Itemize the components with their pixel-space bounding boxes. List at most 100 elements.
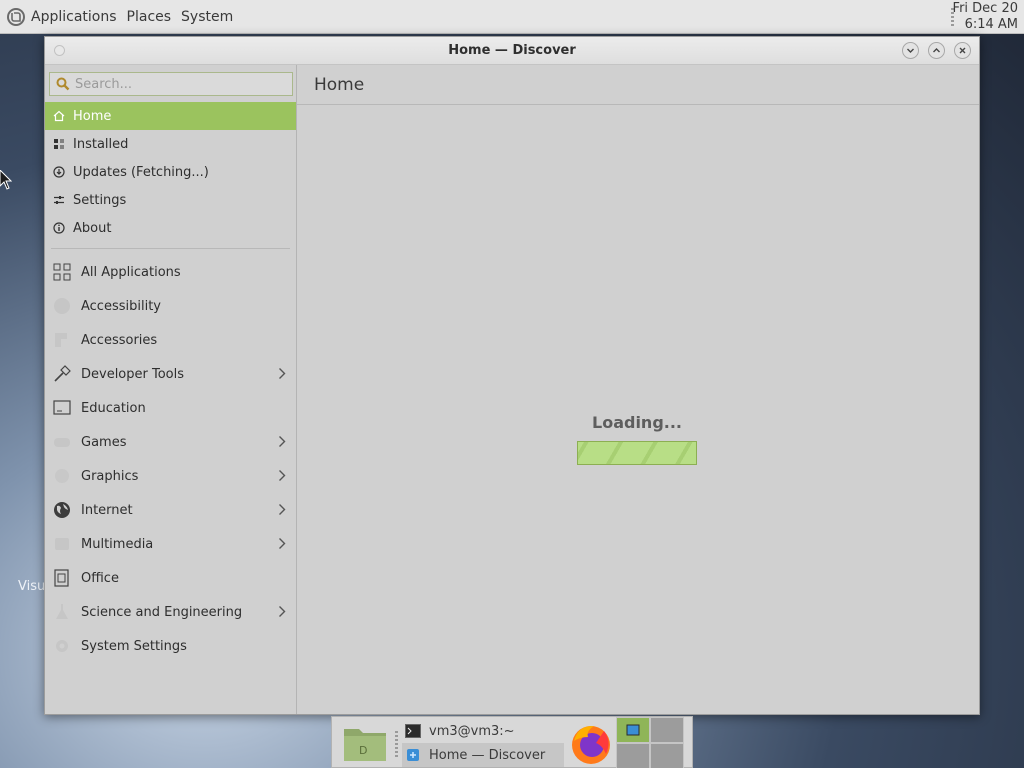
category-all-applications[interactable]: All Applications	[45, 255, 296, 289]
category-system-settings[interactable]: System Settings	[45, 629, 296, 663]
info-icon	[53, 222, 65, 234]
main-content: Home Loading...	[297, 65, 979, 714]
home-icon	[53, 110, 65, 122]
category-label: Science and Engineering	[81, 604, 243, 620]
category-label: Accessories	[81, 332, 158, 348]
category-label: Developer Tools	[81, 366, 185, 382]
graphics-icon	[55, 469, 69, 483]
nav-item-home[interactable]: Home	[45, 102, 296, 130]
loading-label: Loading...	[592, 413, 682, 432]
grid-icon	[53, 263, 71, 281]
category-label: System Settings	[81, 638, 187, 654]
chevron-right-icon	[279, 538, 286, 549]
nav-item-label: Updates (Fetching...)	[73, 164, 209, 180]
firefox-icon[interactable]	[568, 721, 614, 765]
category-label: Games	[81, 434, 127, 450]
window-title: Home — Discover	[448, 43, 576, 58]
window-menu-button[interactable]	[54, 45, 65, 56]
workspace-4[interactable]	[650, 743, 684, 768]
category-graphics[interactable]: Graphics	[45, 459, 296, 493]
nav-item-settings[interactable]: Settings	[45, 186, 296, 214]
category-office[interactable]: Office	[45, 561, 296, 595]
education-icon	[53, 400, 71, 415]
science-icon	[56, 604, 68, 619]
maximize-button[interactable]	[928, 42, 945, 59]
category-science-and-engineering[interactable]: Science and Engineering	[45, 595, 296, 629]
nav-item-about[interactable]: About	[45, 214, 296, 242]
category-label: Office	[81, 570, 119, 586]
window-titlebar[interactable]: Home — Discover	[45, 37, 979, 65]
category-multimedia[interactable]: Multimedia	[45, 527, 296, 561]
globe-icon	[54, 502, 70, 518]
nav-item-label: Settings	[73, 192, 127, 208]
close-icon	[959, 47, 966, 54]
category-label: Internet	[81, 502, 133, 518]
multimedia-icon	[55, 538, 69, 550]
desktop-icon-label[interactable]: Visu	[18, 579, 45, 594]
category-accessories[interactable]: Accessories	[45, 323, 296, 357]
category-developer-tools[interactable]: Developer Tools	[45, 357, 296, 391]
sidebar-divider	[51, 248, 290, 249]
chevron-right-icon	[279, 470, 286, 481]
taskbar-task-terminal[interactable]: vm3@vm3:~	[402, 719, 564, 743]
chevron-right-icon	[279, 368, 286, 379]
installed-icon	[54, 139, 64, 149]
clock-time: 6:14 AM	[964, 17, 1018, 32]
taskbar-handle[interactable]	[395, 731, 398, 759]
terminal-icon	[405, 724, 421, 738]
workspace-2[interactable]	[650, 717, 684, 743]
clock[interactable]: Fri Dec 20 6:14 AM	[953, 1, 1018, 33]
search-field[interactable]	[49, 72, 293, 96]
category-label: Graphics	[81, 468, 139, 484]
nav-item-label: About	[73, 220, 112, 236]
accessories-icon	[55, 333, 67, 347]
page-title: Home	[297, 65, 979, 105]
category-label: Multimedia	[81, 536, 154, 552]
places-menu[interactable]: Places	[127, 9, 172, 25]
category-internet[interactable]: Internet	[45, 493, 296, 527]
discover-window: Home — Discover Search... Home Installed…	[44, 36, 980, 715]
nav-item-label: Installed	[73, 136, 129, 152]
workspace-1[interactable]	[616, 717, 650, 743]
system-settings-icon	[56, 640, 68, 652]
hammer-icon	[54, 365, 71, 382]
category-label: Accessibility	[81, 298, 161, 314]
bottom-taskbar: D vm3@vm3:~ Home — Discover	[331, 716, 693, 768]
chevron-up-icon	[933, 48, 940, 53]
chevron-right-icon	[279, 606, 286, 617]
clock-date: Fri Dec 20	[952, 1, 1018, 16]
nav-item-label: Home	[73, 108, 112, 124]
updates-icon	[53, 166, 65, 178]
games-icon	[54, 438, 70, 447]
show-desktop-folder-icon[interactable]: D	[342, 723, 388, 763]
svg-text:D: D	[359, 744, 367, 757]
category-label: Education	[81, 400, 146, 416]
category-accessibility[interactable]: Accessibility	[45, 289, 296, 323]
window-thumbnail-icon	[626, 724, 640, 736]
workspace-switcher[interactable]	[616, 717, 684, 768]
workspace-3[interactable]	[616, 743, 650, 768]
close-button[interactable]	[954, 42, 971, 59]
settings-icon	[54, 196, 64, 204]
category-label: All Applications	[81, 264, 181, 280]
minimize-button[interactable]	[902, 42, 919, 59]
search-input[interactable]	[75, 76, 275, 92]
office-icon	[54, 569, 69, 587]
loading-progress-bar	[577, 441, 697, 465]
search-icon	[56, 77, 70, 91]
nav-item-updates[interactable]: Updates (Fetching...)	[45, 158, 296, 186]
accessibility-icon	[54, 298, 70, 314]
category-education[interactable]: Education	[45, 391, 296, 425]
discover-icon	[407, 749, 419, 761]
top-panel: Applications Places System Fri Dec 20 6:…	[0, 0, 1024, 34]
chevron-right-icon	[279, 436, 286, 447]
taskbar-task-discover[interactable]: Home — Discover	[402, 743, 564, 767]
category-games[interactable]: Games	[45, 425, 296, 459]
chevron-right-icon	[279, 504, 286, 515]
mint-menu-icon[interactable]	[6, 7, 26, 27]
task-label: Home — Discover	[429, 747, 546, 763]
system-menu[interactable]: System	[181, 9, 233, 25]
nav-item-installed[interactable]: Installed	[45, 130, 296, 158]
applications-menu[interactable]: Applications	[31, 9, 117, 25]
task-label: vm3@vm3:~	[429, 723, 515, 739]
